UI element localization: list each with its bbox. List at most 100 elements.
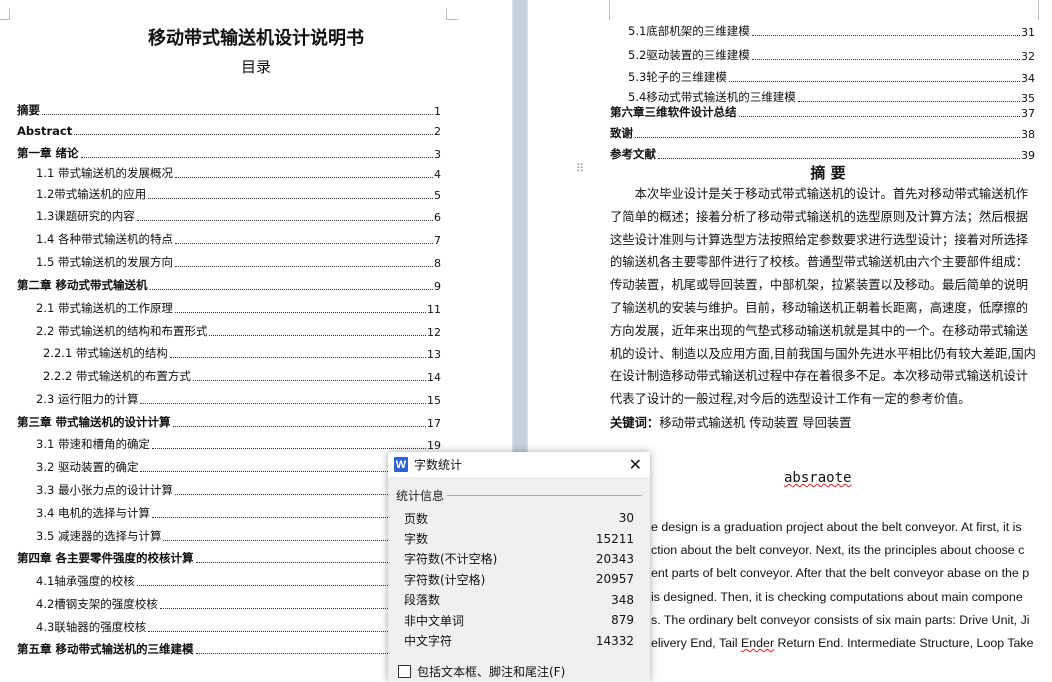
toc-page-number: 6	[434, 211, 441, 224]
toc-entry[interactable]: 1.5 带式输送机的发展方向 8	[36, 254, 441, 270]
toc-entry[interactable]: 3.5 减速器的选择与计算	[36, 528, 441, 544]
abstract-line: 的输送机各主要零部件进行了校核。普通型带式输送机由六个主要部件组成：	[610, 255, 1029, 270]
toc-entry-title: 1.2带式输送机的应用	[36, 186, 148, 202]
page-corner-mark	[446, 8, 458, 20]
toc-page-number: 3	[434, 148, 441, 161]
toc-entry[interactable]: 第二章 移动式带式输送机 9	[17, 277, 441, 293]
toc-entry[interactable]: 1.1 带式输送机的发展概况 4	[36, 165, 441, 181]
toc-leader-dots	[738, 116, 1020, 117]
stat-row: 字符数(计空格) 20957	[388, 569, 650, 589]
toc-entry[interactable]: Abstract 2	[17, 122, 441, 138]
toc-entry-title: 4.2槽钢支架的强度校核	[36, 596, 159, 612]
wps-writer-icon: W	[394, 457, 408, 472]
toc-entry-title: 第六章三维软件设计总结	[610, 104, 738, 120]
stat-row: 中文字符 14332	[388, 630, 650, 650]
toc-entry[interactable]: 4.2槽钢支架的强度校核	[36, 596, 441, 612]
keywords-label: 关键词：	[610, 416, 660, 430]
toc-heading: 目录	[240, 58, 271, 76]
toc-entry-title: 第三章 带式输送机的设计计算	[17, 414, 172, 430]
toc-entry-title: 第五章 移动带式输送机的三维建模	[17, 641, 195, 657]
toc-entry[interactable]: 5.4移动式带式输送机的三维建模 35	[628, 89, 1035, 105]
toc-page-number: 5	[434, 189, 441, 202]
keywords: 移动带式输送机 传动装置 导回装置	[659, 416, 852, 430]
toc-entry-title: 5.3轮子的三维建模	[628, 69, 728, 85]
stat-value: 20343	[595, 551, 634, 566]
english-line: is designed. Then, it is checking comput…	[651, 586, 1035, 609]
toc-entry[interactable]: 2.2.2 带式输送机的布置方式 14	[43, 368, 441, 384]
toc-leader-dots	[728, 81, 1020, 82]
toc-entry[interactable]: 2.2 带式输送机的结构和布置形式 12	[36, 323, 441, 339]
english-line-text: elivery End, Tail	[651, 636, 741, 651]
toc-entry[interactable]: 5.1底部机架的三维建模 31	[628, 23, 1035, 39]
english-abstract-body: e design is a graduation project about t…	[651, 516, 1035, 655]
stat-label: 段落数	[404, 593, 441, 608]
toc-entry[interactable]: 第三章 带式输送机的设计计算 17	[17, 414, 441, 430]
toc-entry-title: Abstract	[17, 124, 74, 138]
toc-entry[interactable]: 致谢 38	[610, 125, 1035, 141]
toc-entry[interactable]: 4.3联轴器的强度校核	[36, 619, 441, 635]
page-corner-mark	[0, 8, 10, 20]
toc-entry[interactable]: 第一章 绪论 3	[17, 145, 441, 161]
page-corner-mark	[1038, 0, 1050, 20]
toc-entry-title: 3.1 带速和槽角的确定	[36, 436, 151, 452]
toc-entry[interactable]: 第四章 各主要零件强度的校核计算	[17, 550, 441, 566]
toc-entry[interactable]: 摘要 1	[17, 102, 441, 118]
toc-entry[interactable]: 4.1轴承强度的校核	[36, 573, 441, 589]
stat-value: 348	[611, 592, 634, 607]
toc-entry[interactable]: 3.2 驱动装置的确定	[36, 459, 441, 475]
toc-entry-title: 第二章 移动式带式输送机	[17, 277, 149, 293]
stat-label: 中文字符	[404, 634, 453, 649]
toc-entry-title: 5.4移动式带式输送机的三维建模	[628, 89, 797, 105]
abstract-line: 传动装置，机尾或导回装置，中部机架，拉紧装置以及移动。最后简单的说明	[610, 278, 1029, 293]
toc-entry[interactable]: 3.1 带速和槽角的确定 19	[36, 436, 441, 452]
drag-handle-icon[interactable]: ⠿	[576, 163, 585, 174]
toc-leader-dots	[136, 220, 433, 221]
stat-label: 非中文单词	[404, 613, 465, 628]
close-icon[interactable]: ✕	[629, 455, 642, 474]
stats-group-header: 统计信息	[396, 487, 642, 504]
toc-leader-dots	[751, 59, 1020, 60]
english-line-text: Return End. Intermediate Structure, Loop…	[774, 636, 1034, 651]
toc-leader-dots	[149, 289, 433, 290]
abstract-heading: 摘 要	[810, 164, 846, 182]
toc-entry[interactable]: 2.3 运行阻力的计算 15	[36, 391, 441, 407]
toc-entry[interactable]: 第五章 移动带式输送机的三维建模	[17, 641, 441, 657]
document-title: 移动带式输送机设计说明书	[148, 28, 364, 49]
toc-entry[interactable]: 第六章三维软件设计总结 37	[610, 104, 1035, 120]
abstract-line: 本次毕业设计是关于移动式带式输送机的设计。首先对移动带式输送机作	[610, 187, 1029, 201]
toc-entry[interactable]: 1.4 各种带式输送机的特点 7	[36, 231, 441, 247]
toc-leader-dots	[174, 177, 433, 178]
english-line: ction about the belt conveyor. Next, its…	[651, 539, 1035, 562]
toc-entry[interactable]: 5.2驱动装置的三维建模 32	[628, 47, 1035, 63]
abstract-line: 在设计制造移动带式输送机过程中存在着很多不足。本次移动带式输送机设计	[610, 369, 1029, 384]
toc-entry[interactable]: 2.2.1 带式输送机的结构 13	[43, 345, 441, 361]
toc-entry-title: 2.1 带式输送机的工作原理	[36, 300, 174, 316]
stat-label: 字数	[404, 532, 429, 547]
toc-entry[interactable]: 参考文献 39	[610, 146, 1035, 162]
include-textboxes-checkbox[interactable]: 包括文本框、脚注和尾注(F)	[398, 663, 650, 680]
toc-entry[interactable]: 5.3轮子的三维建模 34	[628, 69, 1035, 85]
toc-entry-title: 1.4 各种带式输送机的特点	[36, 231, 174, 247]
dialog-title-bar[interactable]: W 字数统计 ✕	[388, 452, 650, 477]
english-line: ent parts of belt conveyor. After that t…	[651, 562, 1035, 585]
keywords-line: 关键词：移动带式输送机 传动装置 导回装置	[610, 413, 851, 431]
toc-entry[interactable]: 3.4 电机的选择与计算	[36, 505, 441, 521]
toc-entry[interactable]: 1.3课题研究的内容 6	[36, 208, 441, 224]
toc-leader-dots	[151, 448, 426, 449]
checkbox-box[interactable]	[398, 664, 411, 678]
english-line: e design is a graduation project about t…	[651, 516, 1035, 539]
word-count-dialog: W 字数统计 ✕ 统计信息 页数 30 字数 15211 字符数(不计空格) 20343 字…	[388, 452, 650, 682]
toc-entry[interactable]: 3.3 最小张力点的设计计算	[36, 482, 441, 498]
toc-entry[interactable]: 1.2带式输送机的应用 5	[36, 186, 441, 202]
toc-entry-title: 3.4 电机的选择与计算	[36, 505, 151, 521]
toc-page-number: 7	[434, 234, 441, 247]
english-line-text: ction about the belt conveyor. Next, its…	[651, 543, 1025, 558]
toc-entry-title: 2.2 带式输送机的结构和布置形式	[36, 323, 209, 339]
toc-leader-dots	[140, 403, 426, 404]
toc-page-number: 19	[427, 439, 441, 452]
stat-row: 字数 15211	[388, 528, 650, 548]
toc-leader-dots	[174, 266, 433, 267]
toc-page-number: 38	[1021, 128, 1035, 141]
toc-entry[interactable]: 2.1 带式输送机的工作原理 11	[36, 300, 441, 316]
toc-leader-dots	[797, 101, 1020, 102]
